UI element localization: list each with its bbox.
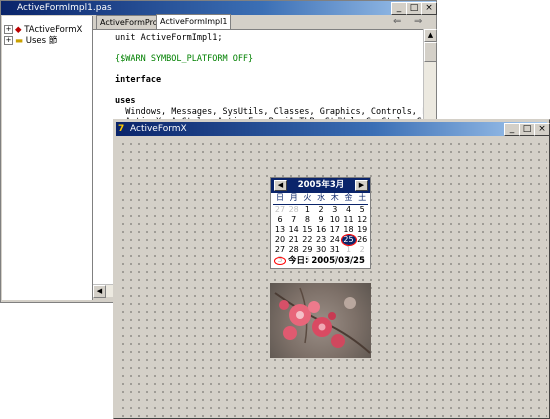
calendar-day[interactable]: 28	[287, 205, 301, 215]
calendar-day[interactable]: 18	[342, 225, 356, 235]
calendar-day[interactable]: 13	[273, 225, 287, 235]
form-close-button[interactable]: ×	[534, 123, 550, 136]
calendar-day[interactable]: 23	[314, 235, 328, 245]
tree-item-uses[interactable]: + ▬ Uses 節	[4, 35, 57, 47]
scroll-up-arrow-icon[interactable]: ▲	[424, 29, 437, 42]
editor-close-button[interactable]: ×	[421, 2, 437, 15]
nav-back-icon[interactable]: ⇐	[393, 16, 401, 27]
calendar-day[interactable]: 9	[314, 215, 328, 225]
calendar-day[interactable]: 20	[273, 235, 287, 245]
calendar-day[interactable]: 25	[340, 234, 357, 246]
calendar-day[interactable]: 2	[355, 245, 369, 255]
calendar-day[interactable]: 29	[300, 245, 314, 255]
editor-maximize-button[interactable]: □	[406, 2, 422, 15]
month-year-label[interactable]: 2005年3月	[291, 180, 351, 191]
today-circle-icon	[274, 257, 286, 265]
next-month-button[interactable]: ▶	[355, 180, 368, 191]
prev-month-button[interactable]: ◀	[274, 180, 287, 191]
weekday-label: 木	[330, 193, 339, 202]
calendar-day[interactable]: 21	[287, 235, 301, 245]
editor-titlebar[interactable]: ActiveFormImpl1.pas	[1, 1, 436, 15]
calendar-day[interactable]: 27	[273, 245, 287, 255]
form-minimize-button[interactable]: _	[504, 123, 520, 136]
calendar-day[interactable]: 26	[355, 235, 369, 245]
month-calendar[interactable]: ◀ 2005年3月 ▶ 日月火水木金土 27 28 1 2 3 4 5 6 7 8 9 10 11 12 13…	[270, 177, 371, 269]
calendar-day[interactable]: 1	[300, 205, 314, 215]
scroll-thumb[interactable]	[424, 42, 437, 62]
scroll-left-arrow-icon[interactable]: ◀	[93, 285, 106, 298]
code-line: interface	[115, 75, 162, 85]
calendar-grid: 日月火水木金土 27 28 1 2 3 4 5 6 7 8 9 10 11 12 13 14 15 16 17 18 19…	[271, 193, 370, 264]
calendar-day[interactable]: 27	[273, 205, 287, 215]
calendar-day[interactable]: 5	[355, 205, 369, 215]
form-maximize-button[interactable]: □	[519, 123, 535, 136]
weekday-label: 水	[317, 193, 326, 202]
calendar-day[interactable]: 24	[328, 235, 342, 245]
calendar-day[interactable]: 31	[328, 245, 342, 255]
folder-icon: ▬	[15, 36, 24, 46]
calendar-day[interactable]: 22	[300, 235, 314, 245]
calendar-day[interactable]: 17	[328, 225, 342, 235]
calendar-day[interactable]: 12	[355, 215, 369, 225]
calendar-day[interactable]: 16	[314, 225, 328, 235]
right-arrow-icon: ▶	[358, 181, 365, 189]
calendar-day[interactable]: 14	[287, 225, 301, 235]
left-arrow-icon: ◀	[277, 181, 284, 189]
weekday-label: 火	[303, 193, 312, 202]
calendar-day[interactable]: 11	[342, 215, 356, 225]
calendar-day[interactable]: 10	[328, 215, 342, 225]
code-line: {$WARN SYMBOL_PLATFORM OFF}	[115, 54, 254, 64]
tab-label: ActiveFormImpl1	[160, 17, 228, 26]
calendar-day[interactable]: 28	[287, 245, 301, 255]
editor-minimize-button[interactable]: _	[391, 2, 407, 15]
expand-icon[interactable]: +	[4, 36, 13, 45]
calendar-day[interactable]: 19	[355, 225, 369, 235]
class-icon: ◆	[15, 25, 22, 35]
code-line: Windows, Messages, SysUtils, Classes, Gr…	[115, 106, 433, 117]
expand-icon[interactable]: +	[4, 25, 13, 34]
calendar-day[interactable]: 15	[300, 225, 314, 235]
editor-title: ActiveFormImpl1.pas	[17, 3, 112, 13]
form-title: ActiveFormX	[130, 124, 187, 134]
calendar-day[interactable]: 3	[328, 205, 342, 215]
tree-item-label: TActiveFormX	[24, 25, 83, 35]
tree-item-label: Uses 節	[25, 36, 58, 46]
flower-picture	[274, 287, 371, 354]
code-line: uses	[115, 96, 136, 106]
weekday-divider	[273, 204, 368, 205]
code-line: unit ActiveFormImpl1;	[115, 33, 223, 43]
form-titlebar[interactable]: 7 ActiveFormX	[116, 122, 547, 136]
structure-tree[interactable]: + ◆ TActiveFormX + ▬ Uses 節	[2, 16, 93, 300]
calendar-day[interactable]: 4	[342, 205, 356, 215]
nav-forward-icon[interactable]: ⇒	[414, 16, 422, 27]
delphi-icon: 7	[118, 124, 125, 134]
flower-image	[270, 283, 371, 358]
calendar-day[interactable]: 2	[314, 205, 328, 215]
weekday-label: 日	[276, 193, 284, 202]
calendar-day[interactable]: 6	[273, 215, 287, 225]
weekday-label: 月	[289, 193, 298, 202]
form-window: 7 ActiveFormX _ □ × ◀ 2005年3月 ▶ 日月火水木金土 2…	[113, 119, 550, 419]
weekday-label: 金	[344, 193, 353, 202]
tab-activeformimpl1[interactable]: ActiveFormImpl1	[156, 14, 232, 29]
calendar-day[interactable]: 30	[314, 245, 328, 255]
calendar-day[interactable]: 7	[287, 215, 301, 225]
calendar-day[interactable]: 1	[342, 245, 356, 255]
weekday-label: 土	[358, 193, 367, 202]
today-label[interactable]: 今日: 2005/03/25	[288, 255, 365, 267]
calendar-day[interactable]: 8	[300, 215, 314, 225]
